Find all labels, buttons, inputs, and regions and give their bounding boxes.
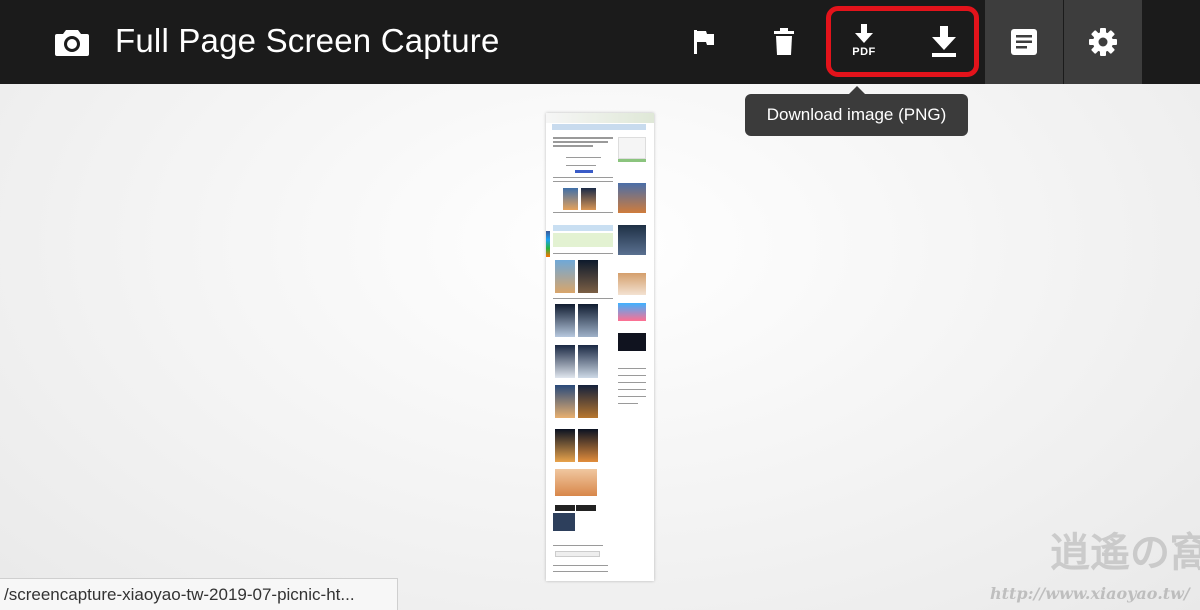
tooltip: Download image (PNG) xyxy=(745,86,968,136)
settings-button[interactable] xyxy=(1064,0,1142,84)
flag-button[interactable] xyxy=(665,0,743,84)
watermark: 逍遙の窩 http://www.xiaoyao.tw/ xyxy=(990,520,1200,605)
flag-icon xyxy=(692,28,716,56)
gear-icon xyxy=(1088,27,1118,57)
camera-icon xyxy=(54,24,90,60)
watermark-url: http://www.xiaoyao.tw/ xyxy=(990,584,1190,603)
app-title: Full Page Screen Capture xyxy=(115,22,500,59)
download-png-button[interactable] xyxy=(905,0,983,84)
pdf-label: PDF xyxy=(852,46,876,58)
top-bar: Full Page Screen Capture PDF xyxy=(0,0,1200,84)
preview-nav xyxy=(552,124,646,130)
download-icon xyxy=(930,26,958,58)
download-pdf-button[interactable]: PDF xyxy=(825,0,903,84)
download-icon xyxy=(853,24,875,46)
watermark-logo: 逍遙の窩 xyxy=(1050,529,1200,576)
notes-button[interactable] xyxy=(985,0,1063,84)
preview-header xyxy=(546,113,654,123)
trash-icon xyxy=(773,28,795,56)
status-bar-url: /screencapture-xiaoyao-tw-2019-07-picnic… xyxy=(0,578,398,610)
delete-button[interactable] xyxy=(745,0,823,84)
notes-icon xyxy=(1010,28,1038,56)
capture-preview[interactable] xyxy=(546,113,654,581)
